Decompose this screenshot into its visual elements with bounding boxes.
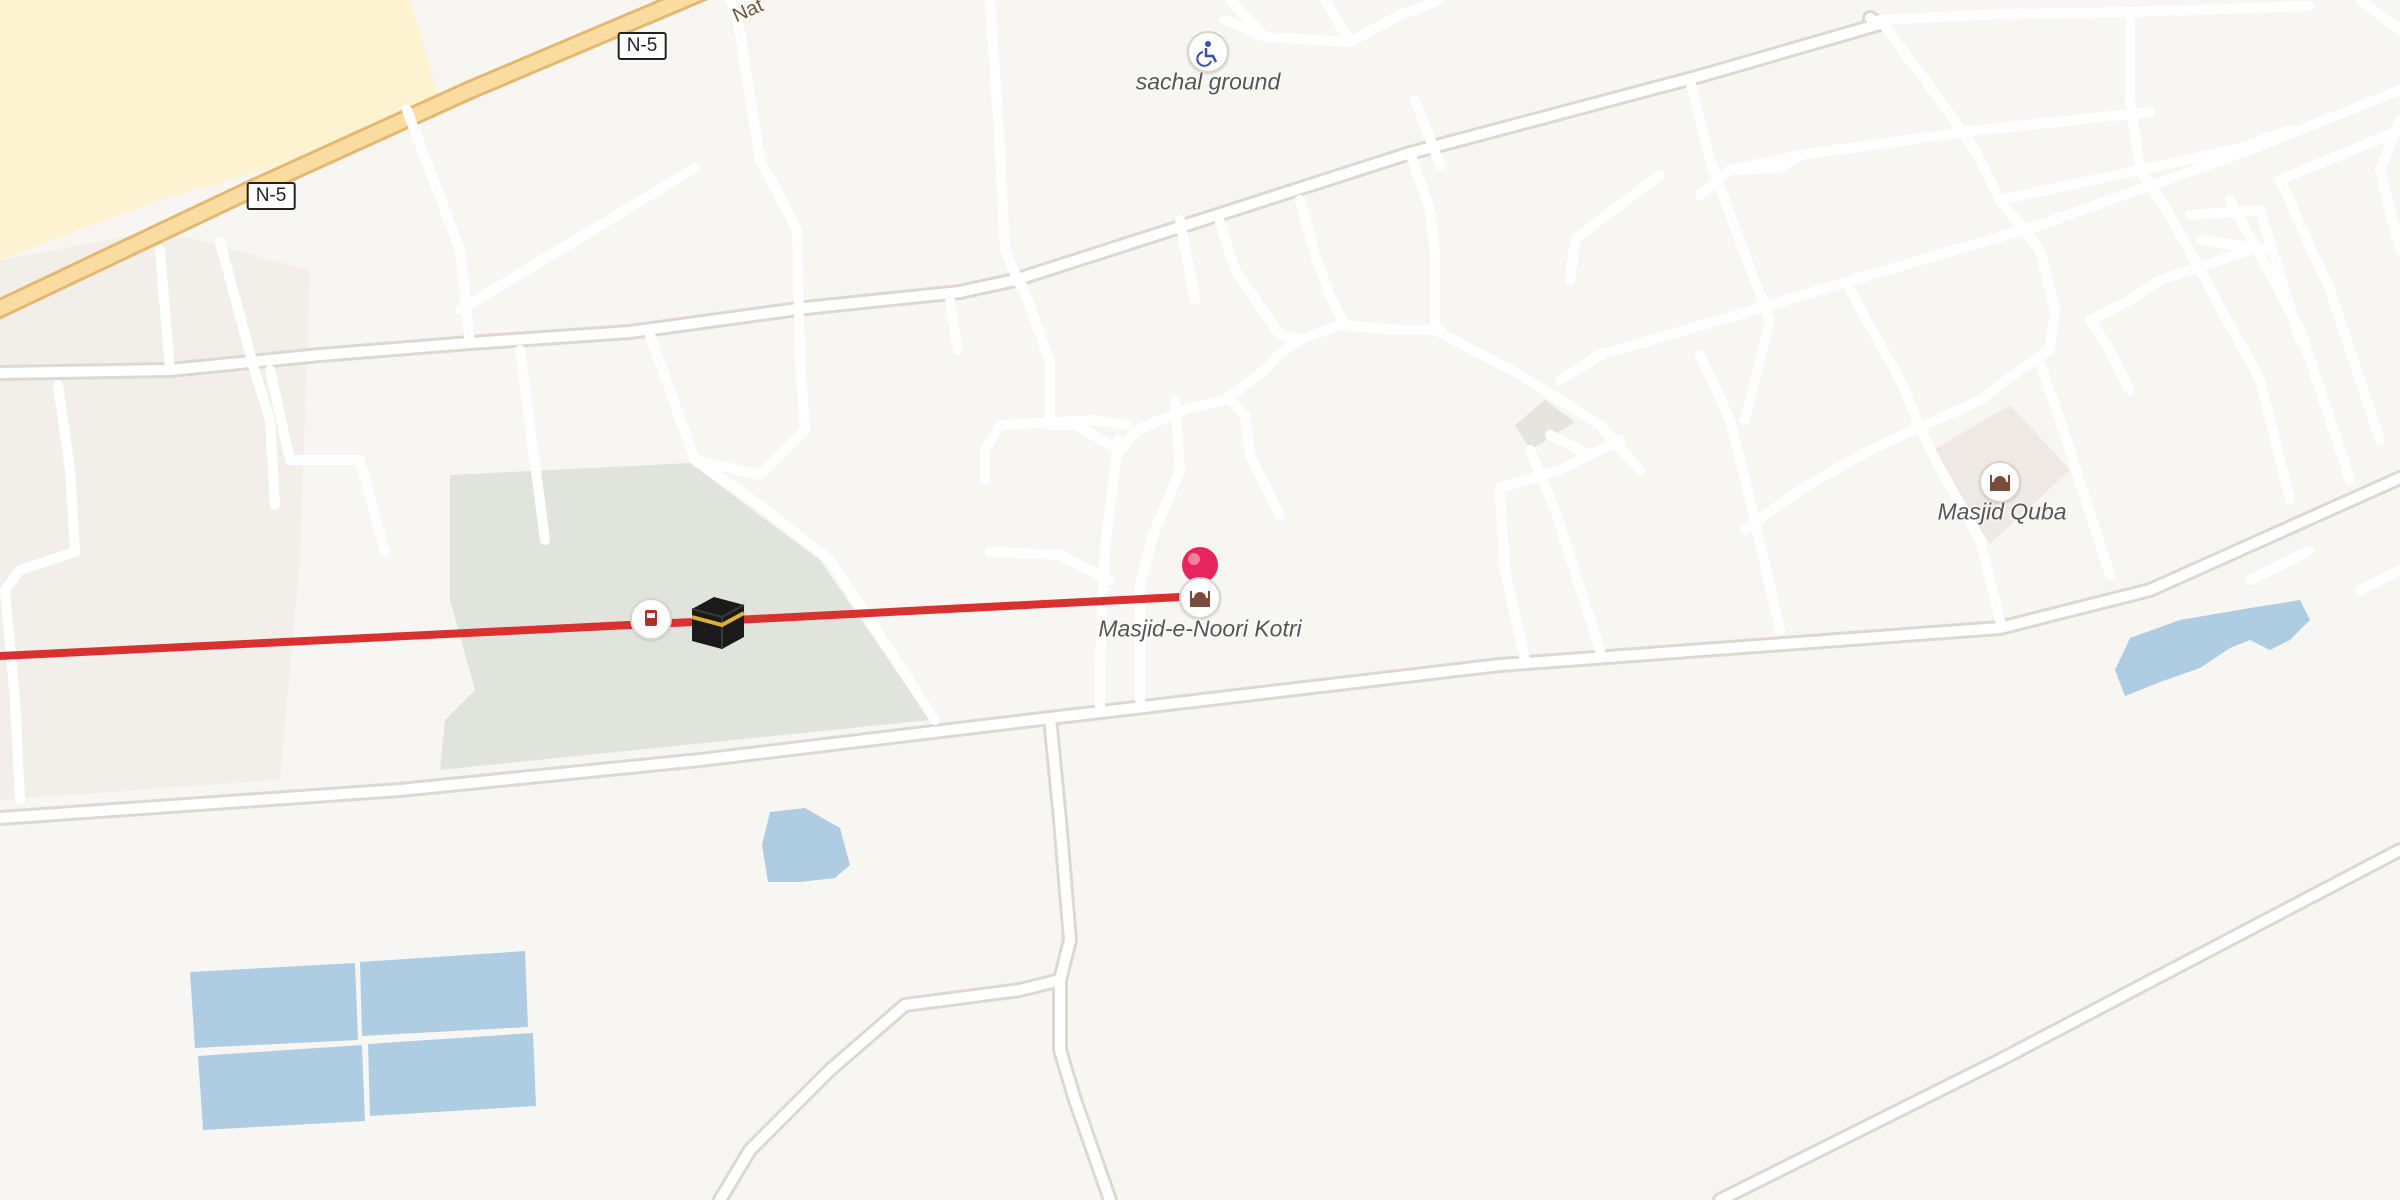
wheelchair-sports-icon[interactable] — [1187, 31, 1229, 73]
fish-ponds — [190, 951, 536, 1130]
bus-stop-icon[interactable] — [630, 598, 672, 640]
pond — [762, 808, 850, 882]
mosque-icon[interactable] — [1979, 461, 2021, 503]
poi-label-sachal-ground[interactable]: sachal ground — [1136, 69, 1281, 96]
highway-shield-n5: N-5 — [617, 32, 667, 60]
poi-label-masjid-noori[interactable]: Masjid-e-Noori Kotri — [1098, 616, 1301, 643]
mosque-icon[interactable] — [1179, 577, 1221, 619]
poi-label-masjid-quba[interactable]: Masjid Quba — [1937, 499, 2066, 526]
kaaba-icon[interactable] — [691, 597, 745, 649]
highway-shield-n5: N-5 — [246, 182, 296, 210]
pond-east — [2115, 600, 2310, 696]
map-view[interactable]: sachal ground Masjid-e-Noori Kotri Masji… — [0, 0, 2400, 1200]
land-area-shade — [0, 230, 310, 800]
